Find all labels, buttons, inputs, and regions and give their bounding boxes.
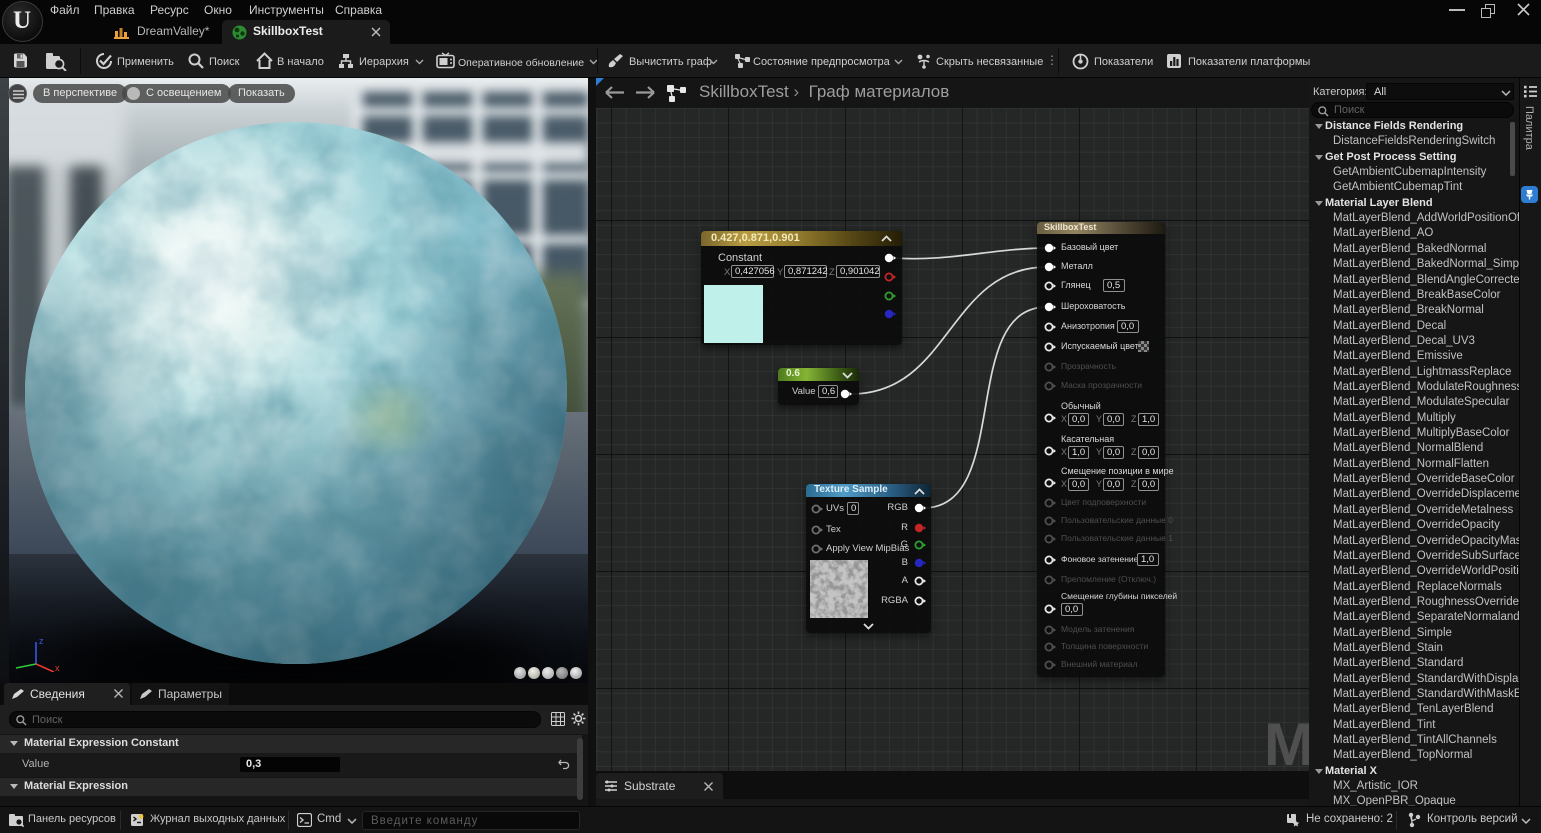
svg-text:z: z	[39, 636, 44, 646]
svg-text:x: x	[55, 663, 60, 672]
